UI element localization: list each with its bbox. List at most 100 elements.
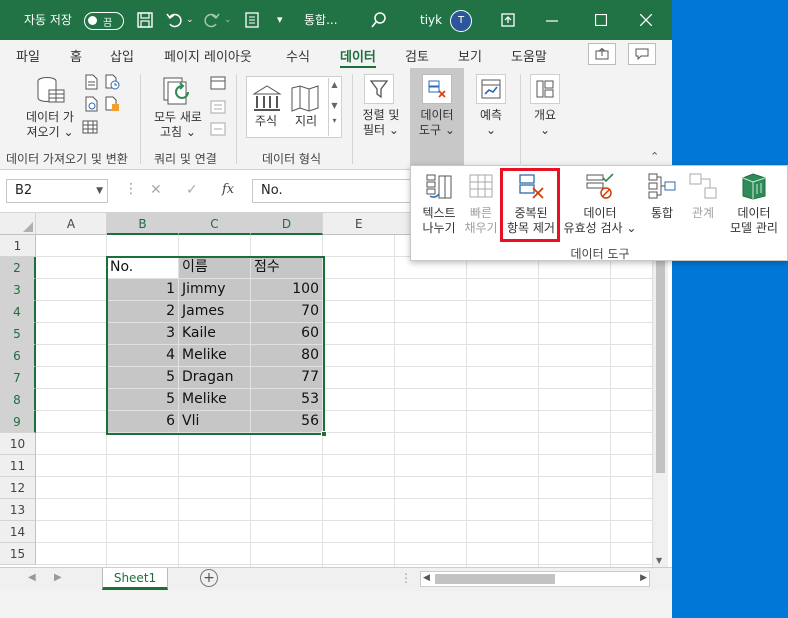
tab-review[interactable]: 검토: [405, 46, 429, 65]
column-header-a[interactable]: A: [36, 213, 107, 235]
horizontal-scrollbar[interactable]: ◀ ▶: [420, 571, 650, 587]
row-header[interactable]: 7: [0, 367, 36, 389]
confirm-entry-icon[interactable]: ✓: [186, 182, 198, 198]
row-header[interactable]: 6: [0, 345, 36, 367]
close-icon[interactable]: [640, 14, 652, 26]
tab-insert[interactable]: 삽입: [110, 46, 134, 65]
row-header[interactable]: 4: [0, 301, 36, 323]
minimize-icon[interactable]: [546, 20, 558, 22]
table-cell[interactable]: Melike: [179, 345, 251, 367]
table-cell[interactable]: 80: [251, 345, 323, 367]
vertical-scrollbar[interactable]: ▼: [652, 213, 668, 567]
table-cell[interactable]: 60: [251, 323, 323, 345]
share-button[interactable]: [588, 43, 616, 65]
consolidate-button[interactable]: 통합: [641, 172, 683, 221]
tab-view[interactable]: 보기: [458, 46, 482, 65]
geography-button[interactable]: 지리: [288, 114, 324, 129]
row-header[interactable]: 5: [0, 323, 36, 345]
table-cell[interactable]: Kaile: [179, 323, 251, 345]
relationships-button[interactable]: 관계: [683, 172, 723, 221]
select-all-corner[interactable]: [0, 213, 36, 235]
data-model-button[interactable]: 데이터 모델 관리: [723, 172, 785, 236]
name-box-dropdown-icon[interactable]: ▼: [96, 180, 103, 202]
row-header[interactable]: 12: [0, 477, 36, 499]
table-cell[interactable]: Melike: [179, 389, 251, 411]
table-cell[interactable]: James: [179, 301, 251, 323]
ribbon-display-icon[interactable]: [501, 13, 515, 27]
existing-connections-icon[interactable]: [104, 96, 120, 112]
collapse-ribbon-icon[interactable]: ⌃: [650, 150, 659, 163]
doc-title[interactable]: 통합...: [304, 0, 338, 40]
row-header[interactable]: 10: [0, 433, 36, 455]
fill-handle[interactable]: [321, 431, 327, 437]
recent-sources-icon[interactable]: [104, 74, 120, 90]
autosave-toggle[interactable]: 끔: [84, 12, 124, 30]
row-header[interactable]: 8: [0, 389, 36, 411]
next-sheet-icon[interactable]: ▶: [54, 572, 62, 583]
get-data-button[interactable]: 데이터 가 져오기 ⌄: [20, 110, 80, 140]
vertical-scroll-thumb[interactable]: [656, 243, 665, 473]
table-cell[interactable]: 3: [107, 323, 179, 345]
from-web-icon[interactable]: [84, 96, 98, 112]
column-header-c[interactable]: C: [179, 213, 251, 235]
avatar[interactable]: T: [450, 10, 472, 32]
table-cell[interactable]: Jimmy: [179, 279, 251, 301]
row-header[interactable]: 2: [0, 257, 36, 279]
table-cell[interactable]: Dragan: [179, 367, 251, 389]
table-header-cell[interactable]: 점수: [251, 257, 323, 279]
tab-home[interactable]: 홈: [70, 46, 82, 65]
row-header[interactable]: 9: [0, 411, 36, 433]
worksheet-grid[interactable]: A B C D E 1 2 3 4 5 6 7 8 9 10 11 12 13 …: [0, 213, 672, 567]
table-cell[interactable]: 56: [251, 411, 323, 433]
table-cell[interactable]: 100: [251, 279, 323, 301]
tab-help[interactable]: 도움말: [511, 46, 547, 65]
table-cell[interactable]: 53: [251, 389, 323, 411]
gallery-scroll[interactable]: ▲ ▼ ▾: [328, 78, 340, 136]
comments-button[interactable]: [628, 43, 656, 65]
table-cell[interactable]: 5: [107, 367, 179, 389]
stocks-button[interactable]: 주식: [248, 114, 284, 129]
maximize-icon[interactable]: [595, 14, 607, 26]
data-validation-button[interactable]: 데이터 유효성 검사 ⌄: [561, 172, 639, 236]
row-header[interactable]: 13: [0, 499, 36, 521]
tab-file[interactable]: 파일: [16, 46, 40, 65]
sheet-tab-sheet1[interactable]: Sheet1: [102, 568, 168, 590]
gallery-more-icon[interactable]: ▾: [329, 116, 340, 125]
prev-sheet-icon[interactable]: ◀: [28, 572, 36, 583]
gallery-down-icon[interactable]: ▼: [329, 101, 340, 110]
save-icon[interactable]: [137, 12, 153, 28]
outline-button[interactable]: 개요 ⌄: [524, 108, 566, 138]
forecast-button[interactable]: 예측 ⌄: [470, 108, 512, 138]
table-cell[interactable]: 4: [107, 345, 179, 367]
edit-links-icon[interactable]: [210, 122, 226, 136]
from-text-icon[interactable]: [84, 74, 98, 90]
table-cell[interactable]: 70: [251, 301, 323, 323]
column-header-b[interactable]: B: [107, 213, 179, 235]
tab-page-layout[interactable]: 페이지 레이아웃: [164, 46, 252, 65]
undo-dropdown-icon[interactable]: ⌄: [186, 0, 194, 40]
row-header[interactable]: 3: [0, 279, 36, 301]
cancel-entry-icon[interactable]: ✕: [150, 182, 162, 198]
sort-filter-button[interactable]: 정렬 및 필터 ⌄: [356, 108, 406, 138]
properties-icon[interactable]: [210, 100, 226, 114]
user-name[interactable]: tiyk: [420, 0, 442, 40]
row-header[interactable]: 1: [0, 235, 36, 257]
text-to-columns-button[interactable]: 텍스트 나누기: [415, 172, 463, 236]
search-icon[interactable]: [371, 12, 387, 28]
scroll-right-icon[interactable]: ▶: [640, 573, 647, 583]
form-icon[interactable]: [245, 12, 259, 28]
from-table-icon[interactable]: [82, 120, 98, 134]
row-header[interactable]: 11: [0, 455, 36, 477]
row-header[interactable]: 14: [0, 521, 36, 543]
horizontal-scroll-thumb[interactable]: [435, 574, 555, 584]
tab-data[interactable]: 데이터: [340, 46, 376, 69]
table-header-cell[interactable]: 이름: [179, 257, 251, 279]
row-header[interactable]: 15: [0, 543, 36, 565]
add-sheet-icon[interactable]: +: [200, 569, 218, 587]
redo-icon[interactable]: [204, 12, 220, 28]
redo-dropdown-icon[interactable]: ⌄: [224, 0, 232, 40]
queries-connections-icon[interactable]: [210, 76, 226, 90]
data-tools-button[interactable]: 데이터 도구 ⌄: [412, 108, 462, 138]
tab-formulas[interactable]: 수식: [286, 46, 310, 65]
table-cell[interactable]: Vli: [179, 411, 251, 433]
